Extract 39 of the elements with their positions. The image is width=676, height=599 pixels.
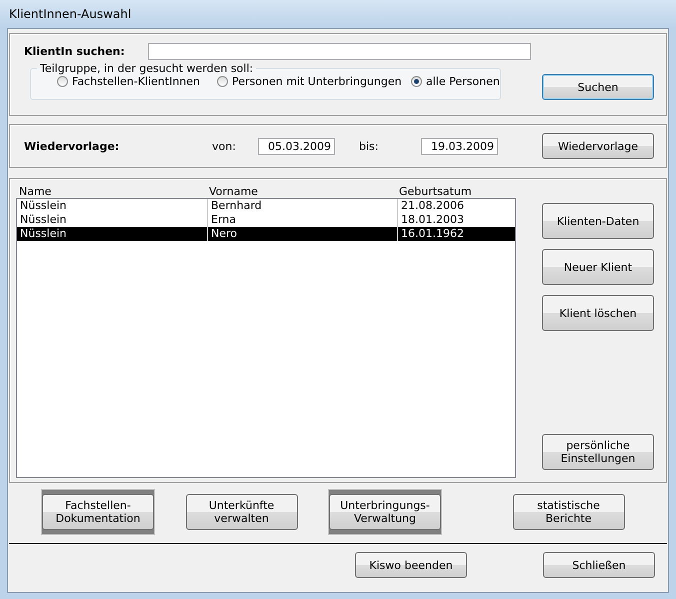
resubmission-label: Wiedervorlage: — [24, 140, 120, 152]
search-label: KlientIn suchen: — [24, 45, 126, 58]
client-row[interactable]: Nüsslein Nero 16.01.1962 — [17, 227, 515, 241]
client-row[interactable]: Nüsslein Bernhard 21.08.2006 — [17, 199, 515, 213]
radio-button[interactable] — [411, 76, 422, 87]
from-date-field[interactable]: 05.03.2009 — [258, 138, 335, 154]
table-cell-text: Nüsslein — [19, 213, 68, 227]
radio-button[interactable] — [57, 76, 68, 87]
table-cell: 16.01.1962 — [397, 227, 515, 241]
table-cell: Bernhard — [207, 199, 397, 213]
to-label: bis: — [359, 140, 380, 152]
footer-button[interactable]: Schließen — [543, 552, 655, 578]
settings-button[interactable]: persönliche Einstellungen — [542, 434, 654, 470]
side-button[interactable]: Klienten-Daten — [542, 203, 654, 239]
footer-button[interactable]: Kiswo beenden — [355, 552, 467, 578]
resubmission-button[interactable]: Wiedervorlage — [542, 133, 654, 159]
side-button[interactable]: Neuer Klient — [542, 249, 654, 285]
table-cell: 21.08.2006 — [397, 199, 515, 213]
radio-button[interactable] — [217, 76, 228, 87]
column-header: Vorname — [208, 185, 259, 198]
module-button[interactable]: Unterbringungs- Verwaltung — [329, 494, 441, 530]
module-button[interactable]: statistische Berichte — [512, 494, 624, 530]
column-header: Geburtsatum — [398, 185, 473, 198]
window-title: KlientInnen-Auswahl — [9, 7, 132, 21]
radio-option[interactable]: Personen mit Unterbringungen — [217, 75, 411, 88]
search-field[interactable] — [148, 43, 531, 60]
table-cell-text: Nüsslein — [19, 199, 68, 213]
column-header: Name — [18, 185, 52, 198]
group-label: Teilgruppe, in der gesucht werden soll: — [39, 62, 254, 75]
search-button[interactable]: Suchen — [542, 74, 654, 100]
from-label: von: — [212, 140, 237, 152]
table-cell-text: Nüsslein — [19, 227, 68, 241]
radio-option[interactable]: Fachstellen-KlientInnen — [57, 75, 217, 88]
table-cell: Nero — [207, 227, 397, 241]
module-button[interactable]: Unterkünfte verwalten — [186, 494, 298, 530]
module-button[interactable]: Fachstellen- Dokumentation — [42, 494, 154, 530]
radio-option[interactable]: alle Personen — [411, 75, 500, 88]
to-date-field[interactable]: 19.03.2009 — [421, 138, 498, 154]
side-button[interactable]: Klient löschen — [542, 295, 654, 331]
